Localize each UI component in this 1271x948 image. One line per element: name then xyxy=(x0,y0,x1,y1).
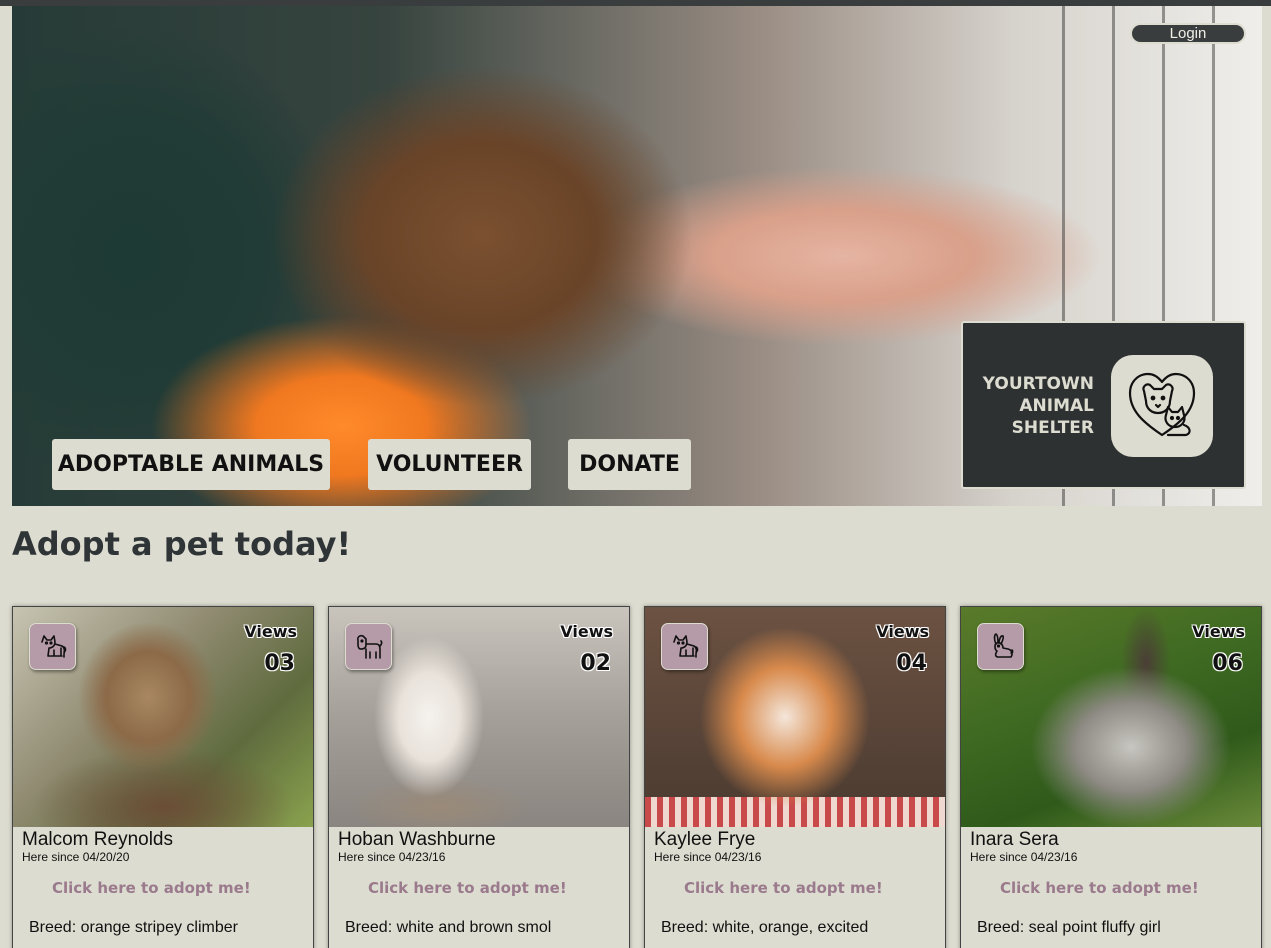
nav-adoptable-animals[interactable]: ADOPTABLE ANIMALS xyxy=(52,439,330,490)
cat-icon xyxy=(661,623,708,670)
pet-arrival-date: Here since 04/23/16 xyxy=(970,850,1078,864)
adopt-link[interactable]: Click here to adopt me! xyxy=(1000,879,1199,897)
rabbit-icon xyxy=(977,623,1024,670)
pet-arrival-date: Here since 04/20/20 xyxy=(22,850,130,864)
pet-name: Kaylee Frye xyxy=(654,829,756,850)
pet-name: Inara Sera xyxy=(970,829,1059,850)
pet-card[interactable]: Views 02 Hoban Washburne Here since 04/2… xyxy=(328,606,630,948)
adopt-link[interactable]: Click here to adopt me! xyxy=(52,879,251,897)
shelter-brand[interactable]: YOURTOWN ANIMAL SHELTER xyxy=(961,321,1246,489)
adopt-link[interactable]: Click here to adopt me! xyxy=(684,879,883,897)
nav-volunteer[interactable]: VOLUNTEER xyxy=(368,439,531,490)
views-count: 04 xyxy=(896,651,927,676)
views-label: Views xyxy=(1192,622,1245,641)
pet-breed: Breed: white and brown smol xyxy=(345,919,552,936)
views-label: Views xyxy=(560,622,613,641)
pet-name: Hoban Washburne xyxy=(338,829,496,850)
shelter-name-line: ANIMAL xyxy=(1019,396,1094,416)
pet-arrival-date: Here since 04/23/16 xyxy=(654,850,762,864)
pet-card[interactable]: Views 03 Malcom Reynolds Here since 04/2… xyxy=(12,606,314,948)
shelter-name: YOURTOWN ANIMAL SHELTER xyxy=(954,373,1094,439)
pet-card[interactable]: Views 04 Kaylee Frye Here since 04/23/16… xyxy=(644,606,946,948)
pet-name: Malcom Reynolds xyxy=(22,829,173,850)
views-count: 02 xyxy=(580,651,611,676)
nav-donate[interactable]: DONATE xyxy=(568,439,691,490)
views-count: 06 xyxy=(1212,651,1243,676)
cat-icon xyxy=(29,623,76,670)
dog-icon xyxy=(345,623,392,670)
login-button[interactable]: Login xyxy=(1130,23,1246,44)
dog-and-cat-heart-icon xyxy=(1111,355,1213,457)
views-label: Views xyxy=(876,622,929,641)
adopt-link[interactable]: Click here to adopt me! xyxy=(368,879,567,897)
pet-breed: Breed: orange stripey climber xyxy=(29,919,238,936)
pet-card[interactable]: Views 06 Inara Sera Here since 04/23/16 … xyxy=(960,606,1262,948)
page-title: Adopt a pet today! xyxy=(12,525,352,563)
pet-breed: Breed: seal point fluffy girl xyxy=(977,919,1161,936)
pet-breed: Breed: white, orange, excited xyxy=(661,919,869,936)
views-label: Views xyxy=(244,622,297,641)
views-count: 03 xyxy=(264,651,295,676)
shelter-name-line: YOURTOWN xyxy=(982,374,1094,394)
pet-arrival-date: Here since 04/23/16 xyxy=(338,850,446,864)
shelter-name-line: SHELTER xyxy=(1011,418,1094,438)
